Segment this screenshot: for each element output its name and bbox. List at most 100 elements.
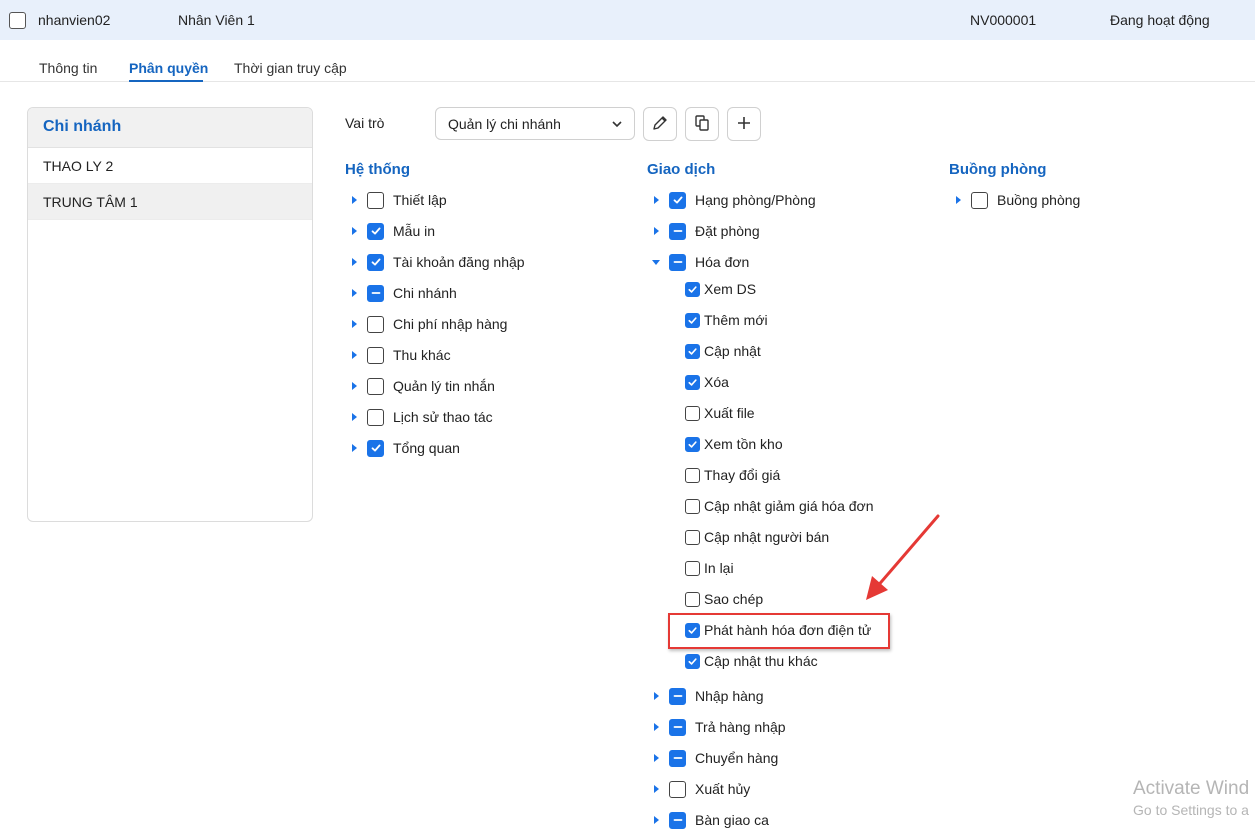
permission-item-thay-doi-gia[interactable]: Thay đổi giá bbox=[685, 465, 780, 485]
partial-checkbox-icon[interactable] bbox=[669, 811, 686, 829]
permission-label: Xóa bbox=[704, 374, 729, 390]
tab-info[interactable]: Thông tin bbox=[39, 60, 97, 76]
permission-item-tong-quan[interactable]: Tổng quan bbox=[349, 438, 460, 458]
permission-item-in-lai[interactable]: In lại bbox=[685, 558, 734, 578]
checked-checkbox-icon[interactable] bbox=[367, 253, 384, 271]
caret-right-icon[interactable] bbox=[349, 412, 359, 422]
edit-role-button[interactable] bbox=[643, 107, 677, 141]
permission-item-thu-khac[interactable]: Thu khác bbox=[349, 345, 451, 365]
permission-item-xuat-file[interactable]: Xuất file bbox=[685, 403, 755, 423]
permission-label: Cập nhật bbox=[704, 343, 761, 359]
partial-checkbox-icon[interactable] bbox=[367, 284, 384, 302]
caret-right-icon[interactable] bbox=[349, 288, 359, 298]
permission-item-hang-phong-phong[interactable]: Hạng phòng/Phòng bbox=[651, 190, 816, 210]
tab-permissions[interactable]: Phân quyền bbox=[129, 60, 208, 76]
partial-checkbox-icon[interactable] bbox=[669, 253, 686, 271]
permission-item-cap-nhat[interactable]: Cập nhật bbox=[685, 341, 761, 361]
caret-right-icon[interactable] bbox=[953, 195, 963, 205]
permission-label: Xuất file bbox=[704, 405, 755, 421]
permission-item-lich-su-thao-tac[interactable]: Lịch sử thao tác bbox=[349, 407, 493, 427]
caret-right-icon[interactable] bbox=[349, 226, 359, 236]
checked-checkbox-icon[interactable] bbox=[685, 312, 700, 328]
permission-item-tai-khoan-dang-nhap[interactable]: Tài khoản đăng nhập bbox=[349, 252, 525, 272]
permission-item-ban-giao-ca[interactable]: Bàn giao ca bbox=[651, 810, 769, 830]
checked-checkbox-icon[interactable] bbox=[367, 222, 384, 240]
permission-label: Chi nhánh bbox=[393, 285, 457, 301]
permission-item-mau-in[interactable]: Mẫu in bbox=[349, 221, 435, 241]
role-select[interactable]: Quản lý chi nhánh bbox=[435, 107, 635, 140]
permission-item-cap-nhat-nguoi-ban[interactable]: Cập nhật người bán bbox=[685, 527, 829, 547]
checked-checkbox-icon[interactable] bbox=[669, 191, 686, 209]
permission-label: Cập nhật thu khác bbox=[704, 653, 818, 669]
checked-checkbox-icon[interactable] bbox=[685, 436, 700, 452]
unchecked-checkbox-icon[interactable] bbox=[367, 408, 384, 426]
status-cell: Đang hoạt động bbox=[1110, 12, 1210, 28]
caret-right-icon[interactable] bbox=[651, 784, 661, 794]
permission-label: Thu khác bbox=[393, 347, 451, 363]
checked-checkbox-icon[interactable] bbox=[685, 374, 700, 390]
unchecked-checkbox-icon[interactable] bbox=[685, 405, 700, 421]
caret-right-icon[interactable] bbox=[651, 691, 661, 701]
caret-right-icon[interactable] bbox=[349, 443, 359, 453]
caret-right-icon[interactable] bbox=[651, 753, 661, 763]
permission-item-chi-nhanh[interactable]: Chi nhánh bbox=[349, 283, 457, 303]
unchecked-checkbox-icon[interactable] bbox=[367, 377, 384, 395]
branch-item-thao-ly-2[interactable]: THAO LY 2 bbox=[28, 148, 312, 184]
permission-item-thiet-lap[interactable]: Thiết lập bbox=[349, 190, 447, 210]
caret-right-icon[interactable] bbox=[349, 350, 359, 360]
caret-right-icon[interactable] bbox=[349, 195, 359, 205]
unchecked-checkbox-icon[interactable] bbox=[685, 498, 700, 514]
add-role-button[interactable] bbox=[727, 107, 761, 141]
checked-checkbox-icon[interactable] bbox=[685, 281, 700, 297]
copy-role-button[interactable] bbox=[685, 107, 719, 141]
permission-label: Mẫu in bbox=[393, 223, 436, 239]
unchecked-checkbox-icon[interactable] bbox=[685, 467, 700, 483]
unchecked-checkbox-icon[interactable] bbox=[971, 191, 988, 209]
permission-item-chuyen-hang[interactable]: Chuyển hàng bbox=[651, 748, 778, 768]
permission-item-dat-phong[interactable]: Đặt phòng bbox=[651, 221, 760, 241]
caret-right-icon[interactable] bbox=[349, 381, 359, 391]
branch-panel: Chi nhánh THAO LY 2 TRUNG TÂM 1 bbox=[27, 107, 313, 522]
partial-checkbox-icon[interactable] bbox=[669, 749, 686, 767]
permission-item-hoa-don[interactable]: Hóa đơn bbox=[651, 252, 749, 272]
permission-item-nhap-hang[interactable]: Nhập hàng bbox=[651, 686, 764, 706]
unchecked-checkbox-icon[interactable] bbox=[685, 560, 700, 576]
permission-label: Thiết lập bbox=[393, 192, 447, 208]
branch-item-trung-tam-1[interactable]: TRUNG TÂM 1 bbox=[28, 184, 312, 220]
caret-right-icon[interactable] bbox=[349, 319, 359, 329]
partial-checkbox-icon[interactable] bbox=[669, 718, 686, 736]
unchecked-checkbox-icon[interactable] bbox=[685, 591, 700, 607]
tab-access-time[interactable]: Thời gian truy cập bbox=[234, 60, 347, 76]
unchecked-checkbox-icon[interactable] bbox=[367, 346, 384, 364]
unchecked-checkbox-icon[interactable] bbox=[367, 315, 384, 333]
checked-checkbox-icon[interactable] bbox=[685, 653, 700, 669]
unchecked-checkbox-icon[interactable] bbox=[685, 529, 700, 545]
partial-checkbox-icon[interactable] bbox=[669, 687, 686, 705]
caret-right-icon[interactable] bbox=[651, 815, 661, 825]
checked-checkbox-icon[interactable] bbox=[685, 343, 700, 359]
permission-item-them-moi[interactable]: Thêm mới bbox=[685, 310, 768, 330]
permission-item-cap-nhat-giam-gia-hoa-don[interactable]: Cập nhật giảm giá hóa đơn bbox=[685, 496, 874, 516]
caret-right-icon[interactable] bbox=[349, 257, 359, 267]
partial-checkbox-icon[interactable] bbox=[669, 222, 686, 240]
caret-right-icon[interactable] bbox=[651, 226, 661, 236]
permission-item-xem-ds[interactable]: Xem DS bbox=[685, 279, 756, 299]
permission-item-sao-chep[interactable]: Sao chép bbox=[685, 589, 763, 609]
caret-right-icon[interactable] bbox=[651, 722, 661, 732]
permission-label: Hạng phòng/Phòng bbox=[695, 192, 816, 208]
checked-checkbox-icon[interactable] bbox=[367, 439, 384, 457]
unchecked-checkbox-icon[interactable] bbox=[367, 191, 384, 209]
row-select-checkbox[interactable] bbox=[9, 12, 26, 29]
permission-item-cap-nhat-thu-khac[interactable]: Cập nhật thu khác bbox=[685, 651, 818, 671]
permission-item-tra-hang-nhap[interactable]: Trả hàng nhập bbox=[651, 717, 786, 737]
caret-right-icon[interactable] bbox=[651, 195, 661, 205]
unchecked-checkbox-icon[interactable] bbox=[669, 780, 686, 798]
user-row[interactable]: nhanvien02 Nhân Viên 1 NV000001 Đang hoạ… bbox=[0, 0, 1255, 40]
permission-item-xoa[interactable]: Xóa bbox=[685, 372, 729, 392]
permission-item-quan-ly-tin-nhan[interactable]: Quản lý tin nhắn bbox=[349, 376, 495, 396]
permission-item-buong-phong[interactable]: Buồng phòng bbox=[953, 190, 1080, 210]
permission-item-xuat-huy[interactable]: Xuất hủy bbox=[651, 779, 750, 799]
permission-item-xem-ton-kho[interactable]: Xem tồn kho bbox=[685, 434, 783, 454]
caret-down-icon[interactable] bbox=[651, 257, 661, 267]
permission-item-chi-phi-nhap-hang[interactable]: Chi phí nhập hàng bbox=[349, 314, 507, 334]
